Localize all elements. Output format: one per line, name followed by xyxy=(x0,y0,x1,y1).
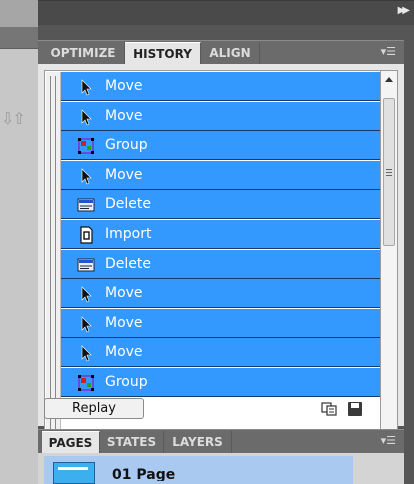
left-panel-body: ⇩⇧ xyxy=(0,49,38,484)
history-panel: Move Move Group Move Delete Import Delete Move M… xyxy=(38,64,404,458)
tab-optimize[interactable]: OPTIMIZE xyxy=(42,42,125,65)
panel-menu-icon[interactable]: ▾☰ xyxy=(381,45,396,58)
history-row[interactable]: Import xyxy=(61,220,380,249)
vertical-scrollbar[interactable] xyxy=(381,70,398,458)
tab-align[interactable]: ALIGN xyxy=(201,42,260,65)
scroll-thumb[interactable] xyxy=(383,98,395,246)
arrow-cursor-icon xyxy=(77,315,95,333)
history-row[interactable]: Move xyxy=(61,338,380,368)
history-row-label: Move xyxy=(105,166,143,183)
arrow-cursor-icon xyxy=(77,78,95,96)
history-row-label: Group xyxy=(105,137,148,154)
history-row-label: Group xyxy=(105,374,148,390)
group-icon xyxy=(77,137,95,155)
copy-steps-icon[interactable] xyxy=(321,402,337,416)
arrow-cursor-icon xyxy=(77,108,95,126)
history-row[interactable]: Move xyxy=(61,308,380,338)
history-row-label: Delete xyxy=(105,196,151,213)
history-row[interactable]: Delete xyxy=(61,249,380,279)
tab-states[interactable]: STATES xyxy=(100,431,164,454)
tab-pages[interactable]: PAGES xyxy=(42,431,100,454)
history-row[interactable]: Move xyxy=(61,279,380,309)
history-row-label: Import xyxy=(105,226,152,242)
history-row-label: Delete xyxy=(105,255,151,272)
pages-tabbar: PAGES STATES LAYERS ▾☰ xyxy=(38,429,404,454)
import-icon xyxy=(77,226,95,244)
arrow-cursor-icon xyxy=(77,285,95,303)
pages-panel: 01 Page xyxy=(38,453,404,484)
history-row-label: Move xyxy=(105,285,143,302)
page-name: 01 Page xyxy=(112,467,176,481)
arrow-cursor-icon xyxy=(77,167,95,185)
sort-arrows-icon[interactable]: ⇩⇧ xyxy=(1,109,26,128)
history-tabbar: OPTIMIZE HISTORY ALIGN ▾☰ xyxy=(38,40,404,65)
delete-icon xyxy=(77,196,95,214)
page-thumbnail xyxy=(53,462,95,484)
replay-button[interactable]: Replay xyxy=(44,398,144,419)
tab-history[interactable]: HISTORY xyxy=(125,42,201,65)
left-panel-header xyxy=(0,27,38,49)
history-row-label: Move xyxy=(105,314,143,331)
panel-dock-header: ▶▶ xyxy=(38,0,414,25)
panel-menu-icon[interactable]: ▾☰ xyxy=(381,434,396,447)
tab-layers[interactable]: LAYERS xyxy=(164,431,232,454)
save-steps-icon[interactable] xyxy=(348,402,362,416)
history-row[interactable]: Group xyxy=(61,131,380,161)
double-chevron-right-icon[interactable]: ▶▶ xyxy=(398,5,411,16)
arrow-cursor-icon xyxy=(77,344,95,362)
history-row[interactable]: Move xyxy=(61,101,380,131)
grip-icon xyxy=(386,169,392,170)
history-row[interactable]: Move xyxy=(61,160,380,190)
history-row[interactable]: Move xyxy=(61,72,380,101)
history-row-label: Move xyxy=(105,78,143,94)
history-row[interactable]: Group xyxy=(61,368,380,397)
history-row-label: Move xyxy=(105,344,143,361)
delete-icon xyxy=(77,256,95,274)
history-row[interactable]: Delete xyxy=(61,190,380,220)
scroll-up-icon[interactable] xyxy=(385,77,393,82)
group-icon xyxy=(77,374,95,392)
history-row-label: Move xyxy=(105,107,143,124)
